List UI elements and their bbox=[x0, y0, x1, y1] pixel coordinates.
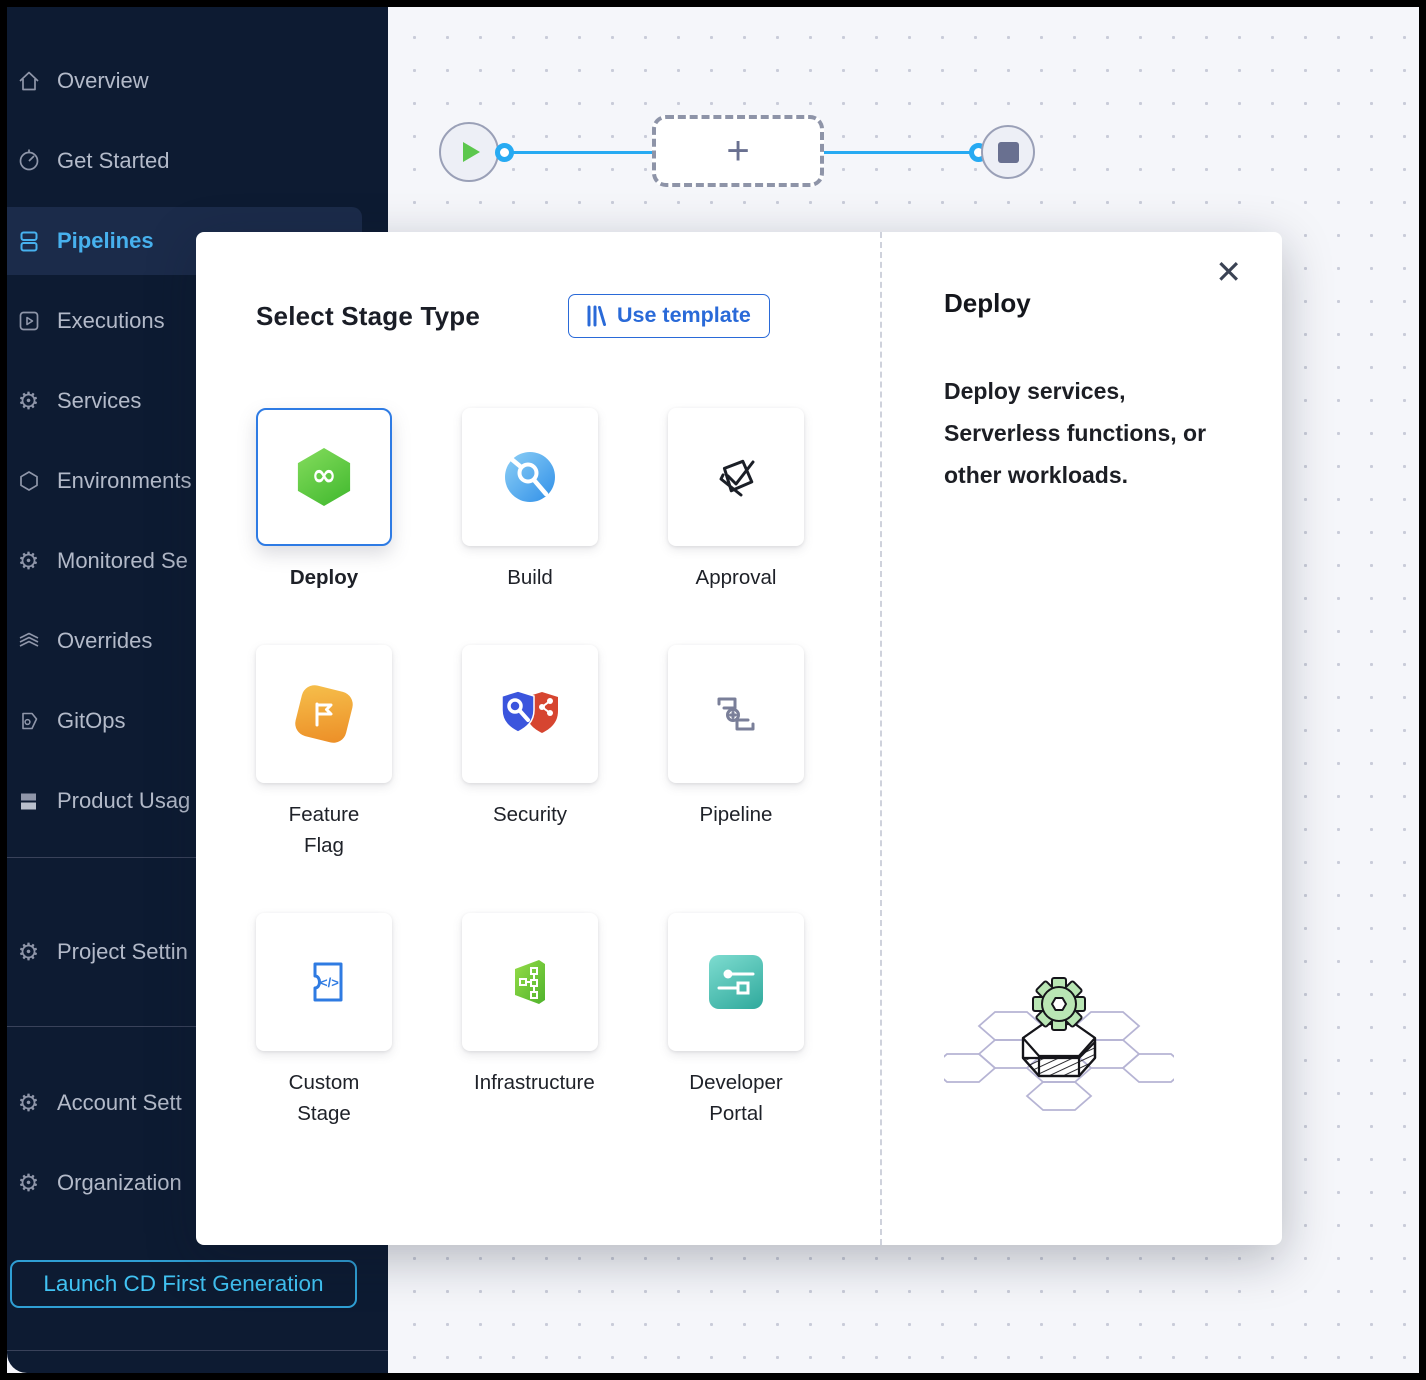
approval-icon bbox=[708, 449, 764, 505]
rocket-icon bbox=[15, 148, 42, 175]
stage-label: Security bbox=[493, 799, 567, 830]
infrastructure-icon bbox=[503, 955, 557, 1009]
sidebar-item-overview[interactable]: Overview bbox=[7, 57, 388, 105]
pipeline-icon bbox=[711, 689, 761, 739]
stage-card-custom-stage[interactable]: </> Custom Stage bbox=[256, 913, 392, 1129]
organization-icon: ⚙ bbox=[15, 1170, 42, 1197]
pipelines-icon bbox=[15, 228, 42, 255]
stage-label: Pipeline bbox=[700, 799, 773, 830]
sidebar-item-label: Product Usag bbox=[57, 788, 190, 814]
stage-label: Feature Flag bbox=[268, 799, 380, 861]
edge-add-to-end bbox=[824, 151, 978, 154]
stop-icon bbox=[998, 142, 1019, 163]
build-icon bbox=[502, 449, 558, 505]
select-stage-modal: Select Stage Type Use template ∞ Deploy bbox=[196, 232, 1282, 1245]
edge-start-to-add bbox=[504, 151, 652, 154]
modal-title: Select Stage Type bbox=[256, 301, 480, 332]
stage-card-infrastructure[interactable]: Infrastructure bbox=[462, 913, 598, 1129]
sidebar-item-label: Organization bbox=[57, 1170, 182, 1196]
stage-detail-description: Deploy services, Serverless functions, o… bbox=[944, 370, 1244, 496]
stage-detail-title: Deploy bbox=[944, 288, 1031, 319]
stage-card-developer-portal[interactable]: Developer Portal bbox=[668, 913, 804, 1129]
stage-card-approval[interactable]: Approval bbox=[668, 408, 804, 593]
gitops-icon bbox=[15, 708, 42, 735]
gear-icon: ⚙ bbox=[15, 1090, 42, 1117]
sidebar-divider bbox=[7, 1350, 388, 1351]
pipeline-start-node[interactable] bbox=[439, 122, 499, 182]
developer-portal-icon bbox=[709, 955, 763, 1009]
stage-type-pane: Select Stage Type Use template ∞ Deploy bbox=[196, 232, 880, 1245]
gear-pulse-icon: ⚙ bbox=[15, 548, 42, 575]
stage-card-build[interactable]: Build bbox=[462, 408, 598, 593]
sidebar-item-label: Overrides bbox=[57, 628, 152, 654]
plus-icon: + bbox=[726, 129, 749, 174]
stage-card-feature-flag[interactable]: Feature Flag bbox=[256, 645, 392, 861]
home-icon bbox=[15, 68, 42, 95]
sidebar-item-label: Monitored Se bbox=[57, 548, 188, 574]
add-stage-button[interactable]: + bbox=[652, 115, 824, 187]
launch-cd-first-generation-button[interactable]: Launch CD First Generation bbox=[10, 1260, 357, 1308]
product-usage-icon bbox=[15, 788, 42, 815]
sidebar-item-label: Project Settin bbox=[57, 939, 188, 965]
feature-flag-icon bbox=[292, 682, 355, 745]
custom-stage-icon: </> bbox=[297, 955, 351, 1009]
sidebar-item-label: Environments bbox=[57, 468, 192, 494]
stage-label: Approval bbox=[696, 562, 777, 593]
close-icon[interactable]: ✕ bbox=[1215, 256, 1242, 288]
sidebar-item-label: Executions bbox=[57, 308, 165, 334]
use-template-label: Use template bbox=[617, 303, 751, 328]
use-template-button[interactable]: Use template bbox=[568, 294, 770, 338]
svg-text:</>: </> bbox=[320, 975, 339, 990]
executions-icon bbox=[15, 308, 42, 335]
stage-detail-pane: ✕ Deploy Deploy services, Serverless fun… bbox=[880, 232, 1282, 1245]
sidebar-item-label: Account Sett bbox=[57, 1090, 182, 1116]
sidebar-item-label: Get Started bbox=[57, 148, 170, 174]
template-library-icon bbox=[585, 304, 607, 328]
pipeline-end-node[interactable] bbox=[981, 125, 1035, 179]
stage-label: Deploy bbox=[290, 562, 358, 593]
environments-icon bbox=[15, 468, 42, 495]
gear-icon: ⚙ bbox=[15, 939, 42, 966]
stage-grid: ∞ Deploy bbox=[256, 408, 804, 1129]
stage-label: Developer Portal bbox=[680, 1067, 792, 1129]
stage-label: Infrastructure bbox=[474, 1067, 586, 1098]
stage-card-pipeline[interactable]: Pipeline bbox=[668, 645, 804, 861]
gear-icon: ⚙ bbox=[15, 388, 42, 415]
deploy-illustration bbox=[944, 972, 1174, 1147]
connector-ring-start[interactable] bbox=[495, 143, 514, 162]
sidebar-item-label: Pipelines bbox=[57, 228, 154, 254]
play-icon bbox=[463, 142, 480, 162]
stage-card-deploy[interactable]: ∞ Deploy bbox=[256, 408, 392, 593]
sidebar-item-label: GitOps bbox=[57, 708, 125, 734]
deploy-icon: ∞ bbox=[295, 448, 353, 506]
launch-button-label: Launch CD First Generation bbox=[43, 1271, 323, 1297]
sidebar-item-get-started[interactable]: Get Started bbox=[7, 137, 388, 185]
sidebar-item-label: Overview bbox=[57, 68, 149, 94]
layers-icon bbox=[15, 628, 42, 655]
stage-label: Custom Stage bbox=[268, 1067, 380, 1129]
sidebar-item-label: Services bbox=[57, 388, 141, 414]
security-icon bbox=[499, 689, 561, 739]
stage-card-security[interactable]: Security bbox=[462, 645, 598, 861]
stage-label: Build bbox=[507, 562, 553, 593]
app-frame: + Overview Get Started Pipelines bbox=[7, 7, 1419, 1373]
